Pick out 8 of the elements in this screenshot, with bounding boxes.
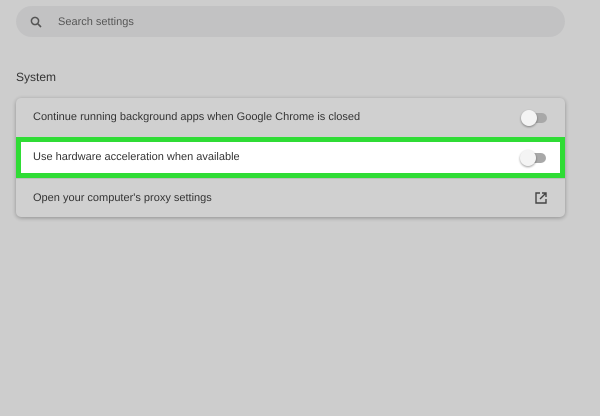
section-title: System [16,69,58,86]
setting-label: Use hardware acceleration when available [33,150,240,166]
setting-label: Continue running background apps when Google Chrome is closed [33,110,360,126]
toggle-switch[interactable] [523,112,547,122]
external-link-icon[interactable] [535,192,547,204]
search-field[interactable]: Search settings [16,6,565,37]
setting-label: Open your computer's proxy settings [33,190,212,206]
toggle-switch[interactable] [522,152,546,162]
